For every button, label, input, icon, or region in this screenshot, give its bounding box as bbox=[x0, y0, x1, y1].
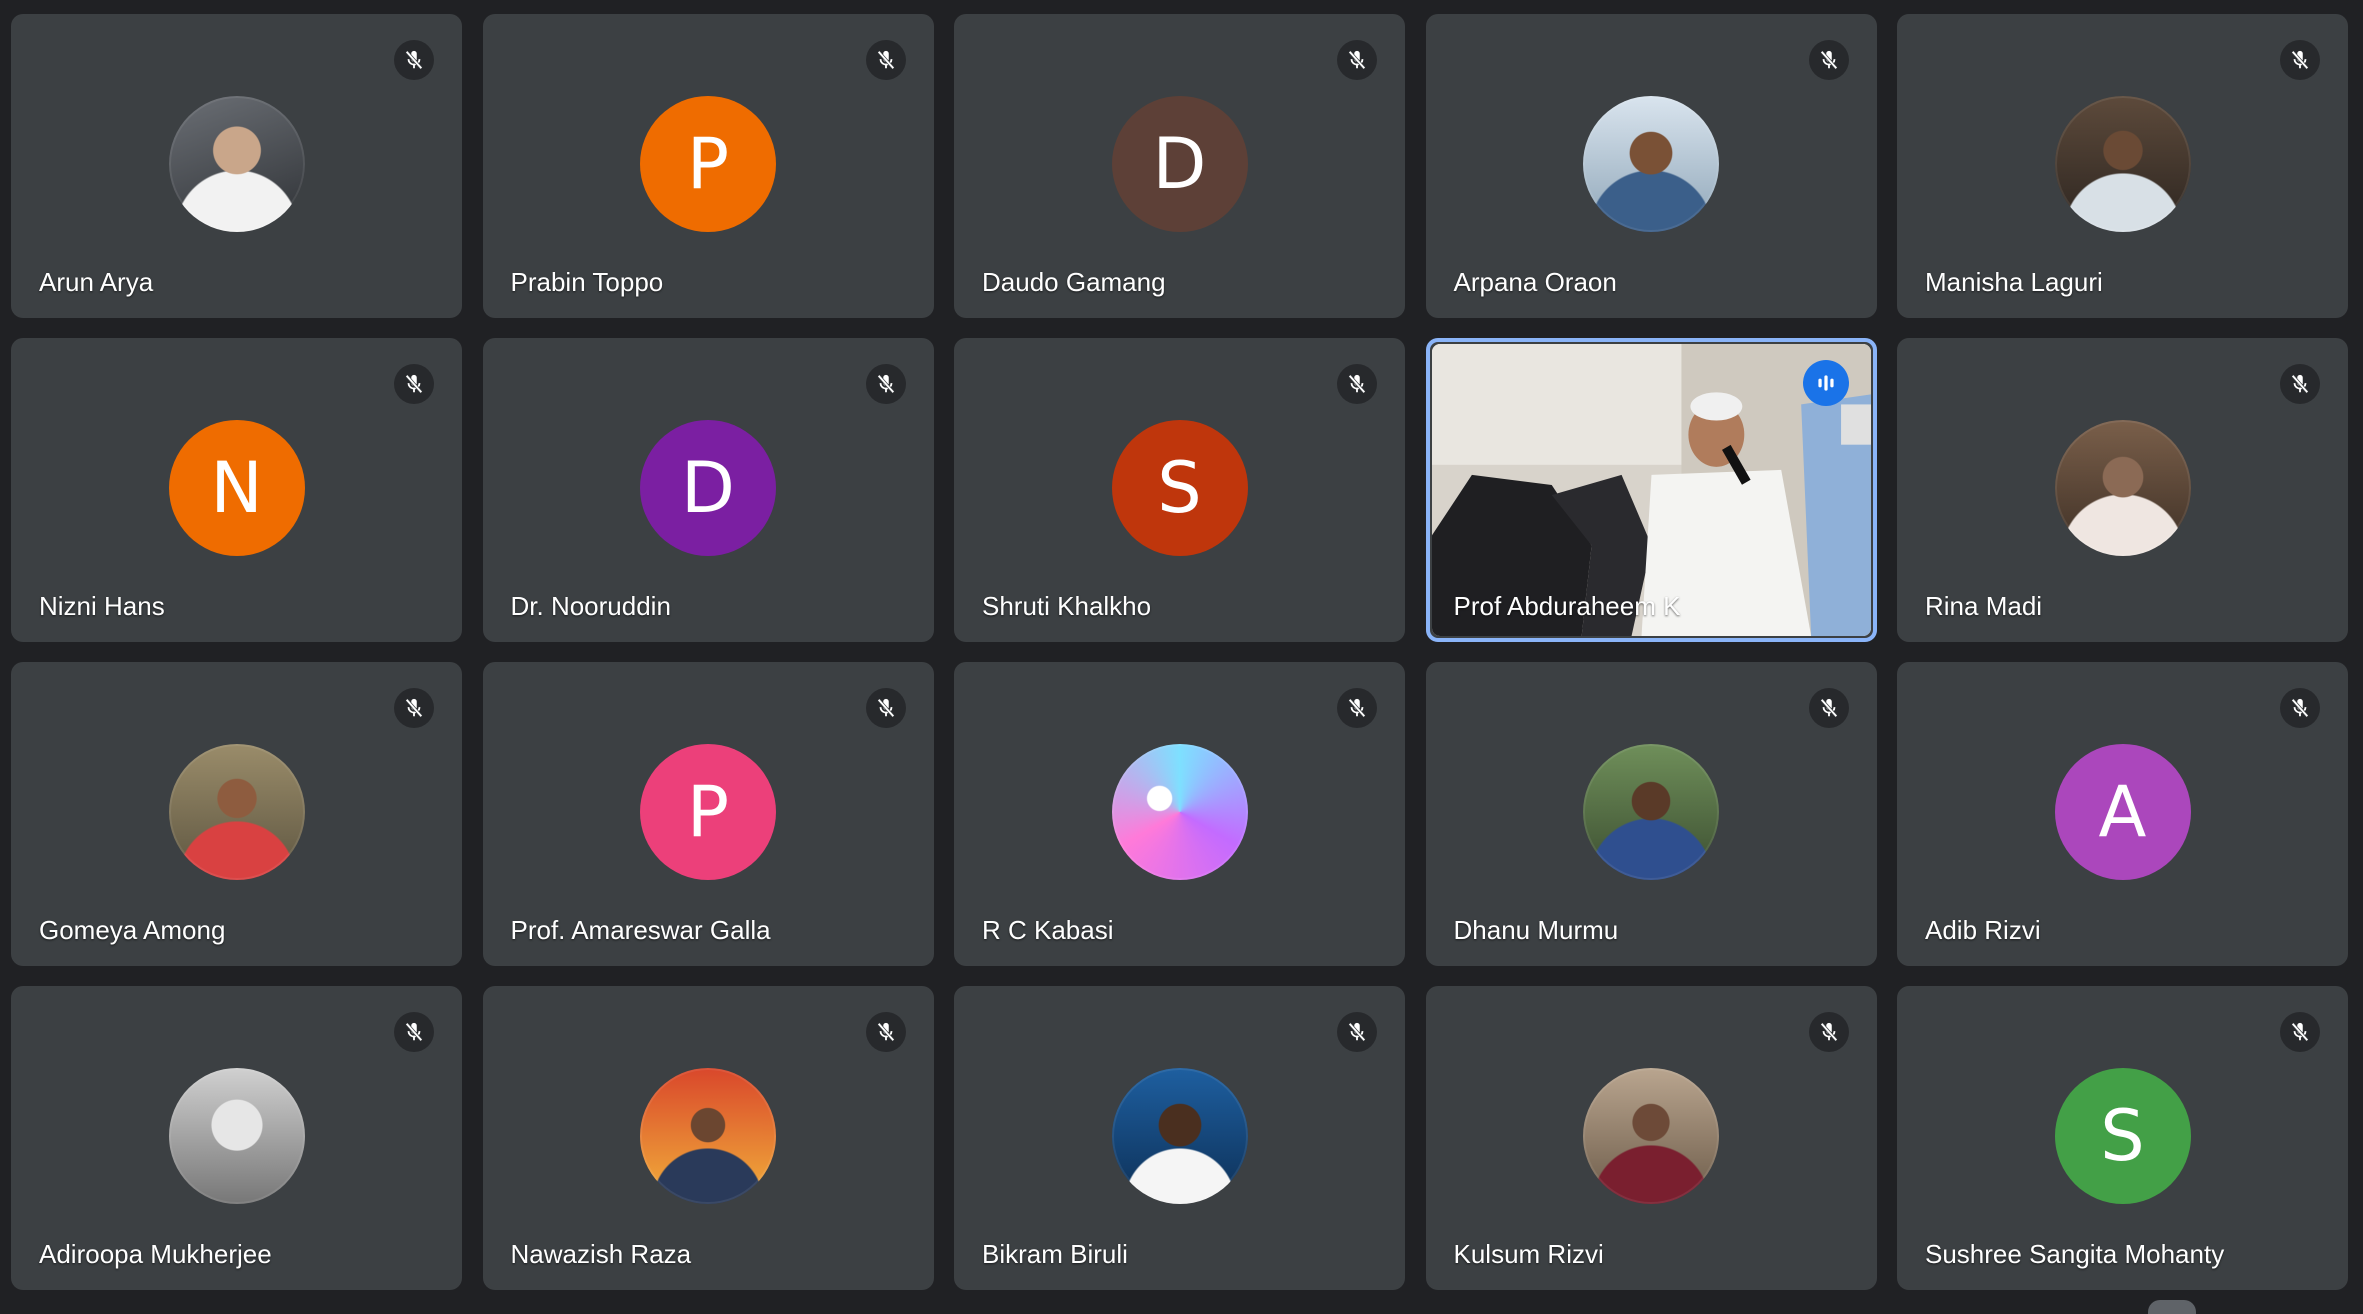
mic-off-icon bbox=[1808, 40, 1849, 80]
participant-name: Bikram Biruli bbox=[982, 1239, 1128, 1269]
mic-off-icon bbox=[865, 40, 906, 80]
mic-off-icon bbox=[2280, 40, 2320, 80]
participant-tile-10[interactable]: Rina Madi bbox=[1897, 338, 2348, 642]
initial-avatar: S bbox=[1111, 420, 1248, 556]
participant-name: Gomeya Among bbox=[39, 915, 226, 945]
profile-photo-avatar bbox=[2054, 420, 2191, 556]
profile-photo-avatar bbox=[168, 1068, 305, 1204]
participant-tile-5[interactable]: Manisha Laguri bbox=[1897, 14, 2348, 318]
mic-off-icon bbox=[394, 364, 434, 404]
mic-off-icon bbox=[865, 688, 906, 728]
mic-off-icon bbox=[1808, 1012, 1849, 1052]
participant-tile-17[interactable]: Nawazish Raza bbox=[482, 986, 934, 1290]
mic-off-icon bbox=[2280, 1012, 2320, 1052]
participant-tile-15[interactable]: A Adib Rizvi bbox=[1897, 662, 2348, 966]
profile-photo-avatar bbox=[168, 96, 305, 232]
mic-off-icon bbox=[394, 688, 434, 728]
initial-avatar: N bbox=[168, 420, 305, 556]
participant-name: Daudo Gamang bbox=[982, 267, 1166, 297]
speaking-indicator-icon bbox=[1802, 360, 1849, 406]
initial-avatar: S bbox=[2054, 1068, 2191, 1204]
initial-avatar: P bbox=[640, 96, 776, 232]
participant-name: Adiroopa Mukherjee bbox=[39, 1239, 272, 1269]
participant-name: Kulsum Rizvi bbox=[1453, 1239, 1604, 1269]
participant-tile-11[interactable]: Gomeya Among bbox=[11, 662, 462, 966]
participant-tile-9[interactable]: Prof Abduraheem K bbox=[1425, 338, 1877, 642]
participant-name: Nawazish Raza bbox=[510, 1239, 692, 1269]
more-participants-handle[interactable] bbox=[2148, 1300, 2196, 1314]
participant-tile-3[interactable]: D Daudo Gamang bbox=[954, 14, 1405, 318]
participant-name: R C Kabasi bbox=[982, 915, 1114, 945]
mic-off-icon bbox=[2280, 364, 2320, 404]
initial-avatar: D bbox=[1111, 96, 1248, 232]
participant-tile-4[interactable]: Arpana Oraon bbox=[1425, 14, 1877, 318]
initial-avatar: D bbox=[640, 420, 776, 556]
participant-name: Adib Rizvi bbox=[1925, 915, 2041, 945]
participant-grid: Arun Arya P Prabin Toppo D Daudo Gamang bbox=[11, 14, 2348, 1290]
mic-off-icon bbox=[1337, 40, 1377, 80]
participant-tile-19[interactable]: Kulsum Rizvi bbox=[1425, 986, 1877, 1290]
profile-photo-avatar bbox=[168, 744, 305, 880]
participant-name: Arpana Oraon bbox=[1453, 267, 1617, 297]
mic-off-icon bbox=[865, 1012, 906, 1052]
participant-name: Prof. Amareswar Galla bbox=[510, 915, 771, 945]
mic-off-icon bbox=[2280, 688, 2320, 728]
participant-name: Nizni Hans bbox=[39, 591, 165, 621]
participant-name: Dhanu Murmu bbox=[1453, 915, 1619, 945]
profile-photo-avatar bbox=[1111, 1068, 1248, 1204]
participant-tile-20[interactable]: S Sushree Sangita Mohanty bbox=[1897, 986, 2348, 1290]
initial-avatar: P bbox=[640, 744, 776, 880]
participant-name: Prof Abduraheem K bbox=[1453, 591, 1681, 621]
participant-tile-18[interactable]: Bikram Biruli bbox=[954, 986, 1405, 1290]
profile-photo-avatar bbox=[2054, 96, 2191, 232]
participant-tile-16[interactable]: Adiroopa Mukherjee bbox=[11, 986, 462, 1290]
profile-photo-avatar bbox=[640, 1068, 776, 1204]
mic-off-icon bbox=[1337, 1012, 1377, 1052]
mic-off-icon bbox=[1337, 688, 1377, 728]
participant-name: Sushree Sangita Mohanty bbox=[1925, 1239, 2225, 1269]
participant-tile-7[interactable]: D Dr. Nooruddin bbox=[482, 338, 934, 642]
participant-tile-12[interactable]: P Prof. Amareswar Galla bbox=[482, 662, 934, 966]
mic-off-icon bbox=[865, 364, 906, 404]
profile-photo-avatar bbox=[1583, 744, 1719, 880]
mic-off-icon bbox=[1337, 364, 1377, 404]
participant-tile-1[interactable]: Arun Arya bbox=[11, 14, 462, 318]
participant-tile-8[interactable]: S Shruti Khalkho bbox=[954, 338, 1405, 642]
mic-off-icon bbox=[394, 1012, 434, 1052]
participant-tile-14[interactable]: Dhanu Murmu bbox=[1425, 662, 1877, 966]
participant-tile-6[interactable]: N Nizni Hans bbox=[11, 338, 462, 642]
participant-name: Shruti Khalkho bbox=[982, 591, 1152, 621]
mic-off-icon bbox=[1808, 688, 1849, 728]
initial-avatar: A bbox=[2054, 744, 2191, 880]
participant-name: Prabin Toppo bbox=[510, 267, 664, 297]
participant-name: Arun Arya bbox=[39, 267, 154, 297]
participant-tile-13[interactable]: R C Kabasi bbox=[954, 662, 1405, 966]
participant-name: Rina Madi bbox=[1925, 591, 2043, 621]
profile-photo-avatar bbox=[1583, 1068, 1719, 1204]
participant-name: Dr. Nooruddin bbox=[510, 591, 671, 621]
profile-photo-avatar bbox=[1111, 744, 1248, 880]
profile-photo-avatar bbox=[1583, 96, 1719, 232]
mic-off-icon bbox=[394, 40, 434, 80]
participant-tile-2[interactable]: P Prabin Toppo bbox=[482, 14, 934, 318]
participant-name: Manisha Laguri bbox=[1925, 267, 2103, 297]
